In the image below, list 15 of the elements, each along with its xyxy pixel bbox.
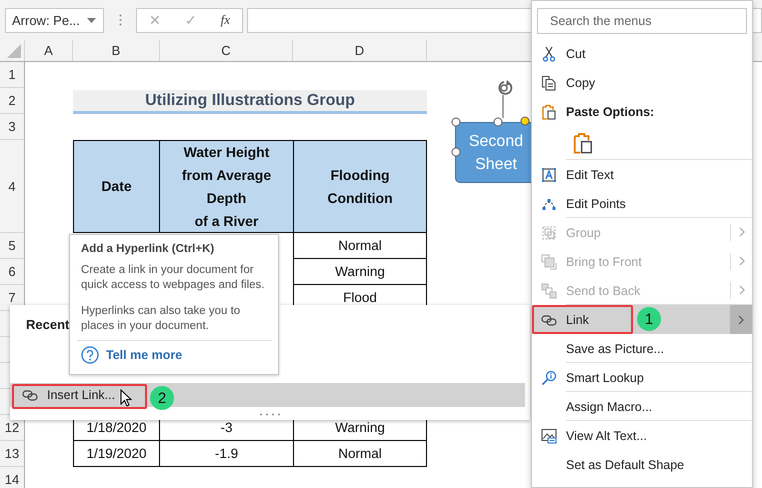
table-cell: Warning (293, 259, 427, 285)
table-cell: -1.9 (160, 441, 293, 467)
section-heading: Recent (26, 317, 70, 332)
table-cell: 1/19/2020 (73, 441, 160, 467)
tooltip-text: Hyperlinks can also take you to places in your document. (81, 304, 242, 334)
step-badge: 1 (637, 307, 661, 331)
table-header-cell: Flooding Condition (293, 140, 427, 233)
table-header-cell: Water Height from Average Depth of a River (160, 140, 293, 233)
step-badge: 2 (150, 386, 174, 410)
table-cell: Normal (293, 441, 427, 467)
table-title: Utilizing Illustrations Group (73, 90, 427, 114)
table-cell: Normal (293, 233, 427, 259)
tooltip-text: Create a link in your document for quick access to webpages and files. (81, 263, 266, 293)
tooltip-title: Add a Hyperlink (Ctrl+K) (81, 243, 214, 255)
table-header-cell: Date (73, 140, 160, 233)
